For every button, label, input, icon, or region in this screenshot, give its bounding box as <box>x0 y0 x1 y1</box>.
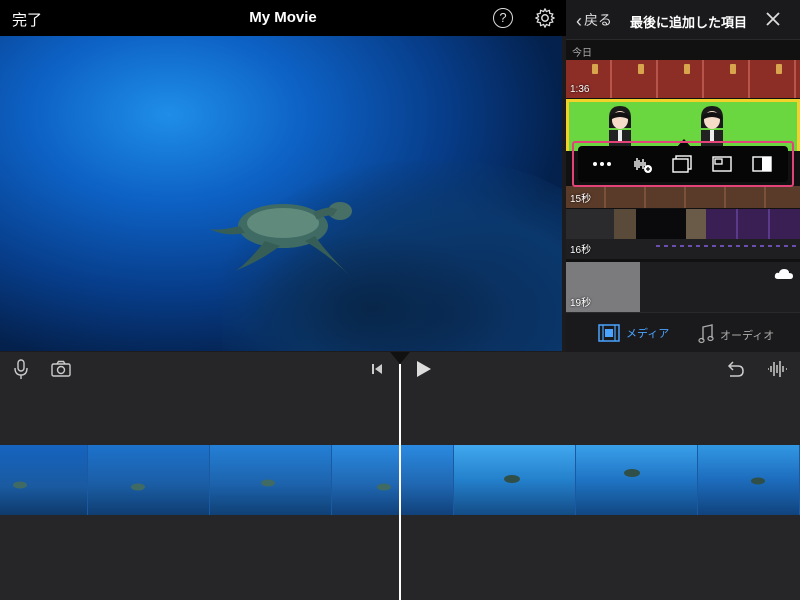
turtle-thumb <box>131 483 145 491</box>
tab-audio-label: オーディオ <box>720 330 775 342</box>
clip-thumbnail-detail <box>638 64 644 74</box>
help-icon[interactable]: ? <box>493 8 513 28</box>
top-bar: 完了 My Movie ? <box>0 0 566 36</box>
timeline-frame <box>0 445 88 515</box>
tab-media-label: メディア <box>626 328 670 340</box>
clip-duration: 19秒 <box>570 298 592 309</box>
playhead-marker <box>390 352 410 364</box>
back-label: 戻る <box>584 12 612 28</box>
clip-thumbnail <box>636 209 686 239</box>
timeline-frame <box>698 445 800 515</box>
panel-title: 最後に追加した項目 <box>630 15 748 30</box>
clip-thumbnail-detail <box>730 64 736 74</box>
turtle-thumb <box>624 469 640 477</box>
waveform-icon[interactable] <box>766 358 788 380</box>
camera-icon[interactable] <box>50 358 72 380</box>
turtle-thumb <box>751 477 765 485</box>
video-preview[interactable] <box>0 36 562 351</box>
turtle-thumb <box>377 483 391 491</box>
timeline-frame <box>210 445 332 515</box>
timeline-frame <box>454 445 576 515</box>
timeline-frame <box>332 445 454 515</box>
media-clip[interactable]: 16秒 <box>566 209 800 259</box>
clip-duration: 1:36 <box>570 84 590 95</box>
turtle-thumb <box>13 481 27 489</box>
timeline-frame <box>576 445 698 515</box>
play-icon[interactable] <box>412 358 434 380</box>
tab-audio[interactable]: オーディオ <box>698 324 774 344</box>
clip-thumbnail <box>706 209 800 239</box>
skip-to-start-icon[interactable] <box>366 358 388 380</box>
section-label-today: 今日 <box>572 48 592 59</box>
chevron-left-icon: ‹ <box>576 11 582 31</box>
gear-icon[interactable] <box>534 7 556 29</box>
turtle-thumb <box>261 479 275 487</box>
tab-media[interactable]: メディア <box>598 324 669 342</box>
sea-turtle-image <box>210 202 352 276</box>
clip-audio-markers <box>656 245 796 247</box>
highlight-box <box>572 141 794 187</box>
microphone-icon[interactable] <box>10 358 32 380</box>
project-title: My Movie <box>249 9 317 26</box>
undo-icon[interactable] <box>724 358 746 380</box>
clip-duration: 16秒 <box>570 245 592 256</box>
clip-thumbnail-detail <box>684 64 690 74</box>
media-type-tabs: メディア オーディオ <box>566 312 800 352</box>
media-clip[interactable]: 19秒 <box>566 262 800 312</box>
clip-thumbnail <box>686 209 706 239</box>
clip-thumbnail-detail <box>592 64 598 74</box>
media-browser-header: ‹ 戻る 最後に追加した項目 <box>566 0 800 40</box>
clip-duration: 15秒 <box>570 194 592 205</box>
music-note-icon <box>698 324 714 344</box>
clip-thumbnail <box>614 209 636 239</box>
film-icon <box>598 324 620 342</box>
timeline-frame <box>88 445 210 515</box>
clip-thumbnail-detail <box>776 64 782 74</box>
cloud-icon <box>774 269 793 279</box>
close-icon[interactable] <box>762 8 784 30</box>
back-button[interactable]: ‹ 戻る <box>576 10 612 32</box>
turtle-thumb <box>504 475 520 483</box>
media-clip[interactable]: 15秒 <box>566 186 800 208</box>
media-clip[interactable]: 1:36 <box>566 60 800 98</box>
playhead[interactable] <box>399 364 401 600</box>
